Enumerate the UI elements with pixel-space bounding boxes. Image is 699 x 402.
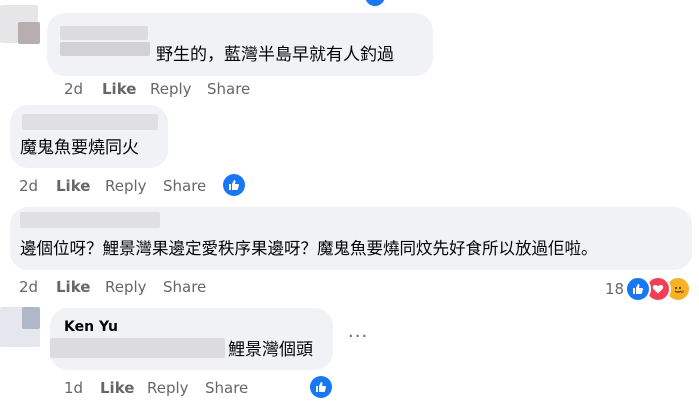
comment-text: 野生的，藍灣半島早就有人釣過: [156, 45, 394, 65]
like-reaction-icon: [365, 0, 385, 6]
reply-button[interactable]: Reply: [105, 177, 147, 195]
comment-author[interactable]: Ken Yu: [64, 319, 118, 335]
comment-text: 鯉景灣個頭: [228, 340, 313, 360]
blurred-name: [60, 26, 148, 40]
reply-button[interactable]: Reply: [150, 80, 192, 98]
share-button[interactable]: Share: [163, 278, 206, 296]
more-options-button[interactable]: ···: [348, 326, 368, 347]
share-button[interactable]: Share: [205, 379, 248, 397]
like-icon: [625, 276, 651, 302]
like-icon: [310, 376, 332, 398]
share-button[interactable]: Share: [207, 80, 250, 98]
like-icon: [223, 174, 245, 196]
reaction-count[interactable]: 18: [605, 280, 624, 298]
blurred-mention: [50, 338, 225, 358]
comment-time[interactable]: 2d: [19, 177, 38, 195]
like-button[interactable]: Like: [102, 80, 136, 98]
comment-time[interactable]: 1d: [64, 379, 83, 397]
comment-text: 邊個位呀？鯉景灣果邊定愛秩序果邊呀？魔鬼魚要燒同炆先好食所以放過佢啦。: [20, 239, 598, 258]
like-button[interactable]: Like: [56, 177, 90, 195]
comment-text: 魔鬼魚要燒同火: [20, 138, 139, 158]
blurred-avatar-detail: [18, 22, 40, 44]
blurred-name: [22, 114, 158, 130]
blurred-name: [20, 212, 160, 228]
comment-time[interactable]: 2d: [19, 278, 38, 296]
like-button[interactable]: Like: [100, 379, 134, 397]
blurred-name: [60, 42, 150, 56]
reply-button[interactable]: Reply: [105, 278, 147, 296]
share-button[interactable]: Share: [163, 177, 206, 195]
like-button[interactable]: Like: [56, 278, 90, 296]
reply-button[interactable]: Reply: [147, 379, 189, 397]
blurred-avatar-detail: [22, 307, 40, 329]
comment-time[interactable]: 2d: [64, 80, 83, 98]
